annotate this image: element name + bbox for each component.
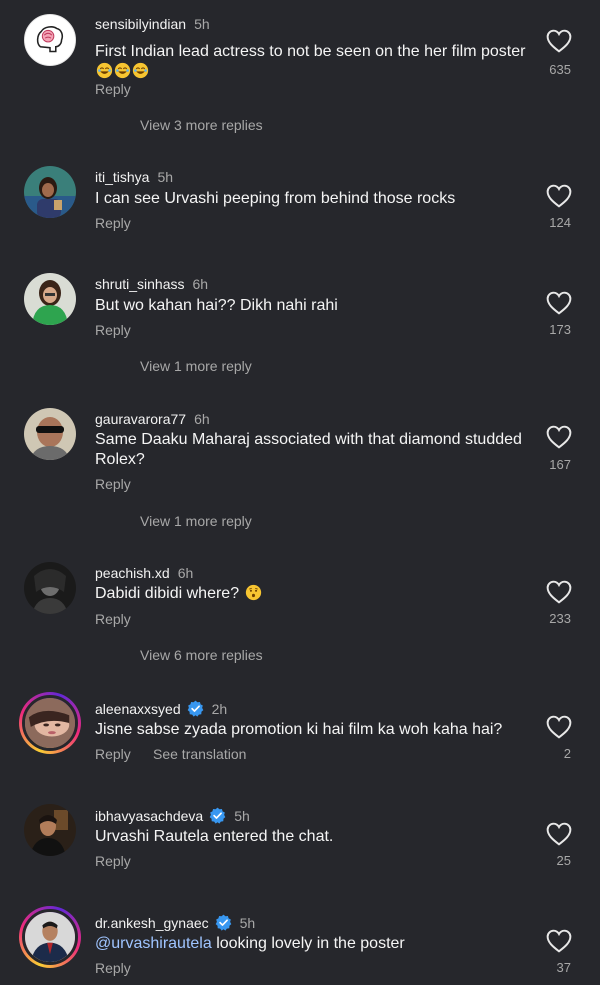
user-photo [24,562,76,614]
comment-meta: shruti_sinhass 6h [95,276,208,292]
user-photo [24,273,76,325]
like-count: 173 [549,322,571,337]
comment-text: First Indian lead actress to not be seen… [95,42,530,82]
comment: dr.ankesh_gynaec 5h @urvashirautela looki… [0,906,600,985]
like-count: 25 [556,853,571,868]
comment: peachish.xd 6h Dabidi dibidi where? Reply… [0,557,600,677]
comment-meta: sensibilyindian 5h [95,16,210,32]
heart-outline-icon[interactable] [546,29,572,53]
hushed-emoji-icon [245,584,261,601]
heart-outline-icon[interactable] [546,184,572,208]
timestamp: 6h [177,565,194,581]
comment-meta: dr.ankesh_gynaec 5h [95,914,255,931]
avatar[interactable] [24,408,76,460]
username[interactable]: shruti_sinhass [95,276,185,292]
like-count: 167 [549,457,571,472]
username[interactable]: ibhavyasachdeva [95,808,203,824]
joy-emoji-icon [132,62,149,79]
reply-button[interactable]: Reply [95,476,131,492]
reply-button[interactable]: Reply [95,960,131,976]
username[interactable]: aleenaxxsyed [95,701,181,717]
view-more-replies[interactable]: View 6 more replies [140,647,263,663]
view-more-replies[interactable]: View 1 more reply [140,513,252,529]
comment-text: But wo kahan hai?? Dikh nahi rahi [95,297,338,314]
timestamp: 5h [194,16,210,32]
comment-text: Jisne sabse zyada promotion ki hai film … [95,721,503,738]
heart-outline-icon[interactable] [546,580,572,604]
timestamp: 5h [234,808,250,824]
comment: gauravarora77 6h Same Daaku Maharaj assoc… [0,403,600,533]
username[interactable]: dr.ankesh_gynaec [95,915,209,931]
comment: sensibilyindian 5h First Indian lead actr… [0,8,600,148]
comment-meta: gauravarora77 6h [95,411,210,427]
comment: shruti_sinhass 6h But wo kahan hai?? Dikh… [0,268,600,388]
avatar[interactable] [24,166,76,218]
timestamp: 6h [192,276,209,292]
see-translation-button[interactable]: See translation [153,746,246,762]
user-photo [24,166,76,218]
avatar[interactable] [24,804,76,856]
username[interactable]: peachish.xd [95,565,170,581]
comment-text: @urvashirautela looking lovely in the po… [95,935,405,952]
reply-button[interactable]: Reply [95,746,131,762]
timestamp: 5h [157,169,174,185]
view-more-replies[interactable]: View 1 more reply [140,358,252,374]
reply-button[interactable]: Reply [95,215,131,231]
heart-outline-icon[interactable] [546,822,572,846]
avatar[interactable] [24,562,76,614]
username[interactable]: gauravarora77 [95,411,186,427]
like-count: 233 [549,611,571,626]
comment-meta: ibhavyasachdeva 5h [95,807,250,824]
view-more-replies[interactable]: View 3 more replies [140,117,263,133]
comment-text: Dabidi dibidi where? [95,584,530,604]
comment-meta: aleenaxxsyed 2h [95,700,227,717]
user-photo [25,912,75,962]
comment-text: Same Daaku Maharaj associated with that … [95,431,522,468]
like-count: 37 [556,960,571,975]
verified-badge-icon [209,807,226,824]
comment: ibhavyasachdeva 5h Urvashi Rautela entere… [0,799,600,899]
like-count: 124 [549,215,571,230]
joy-emoji-icon [114,62,131,79]
comment-meta: iti_tishya 5h [95,169,173,185]
like-count: 635 [549,62,571,77]
verified-badge-icon [187,700,203,717]
user-photo [24,408,76,460]
timestamp: 6h [194,411,210,427]
comment: iti_tishya 5h I can see Urvashi peeping f… [0,161,600,261]
heart-outline-icon[interactable] [546,425,572,449]
reply-button[interactable]: Reply [95,611,131,627]
joy-emoji-icon [96,62,113,79]
username[interactable]: sensibilyindian [95,16,186,32]
reply-button[interactable]: Reply [95,853,131,869]
username[interactable]: iti_tishya [95,169,149,185]
timestamp: 2h [211,701,228,717]
avatar[interactable] [24,14,76,66]
reply-button[interactable]: Reply [95,81,131,97]
comment: aleenaxxsyed 2h Jisne sabse zyada promoti… [0,692,600,792]
brain-icon [25,15,75,65]
avatar[interactable] [24,273,76,325]
heart-outline-icon[interactable] [546,929,572,953]
comment-text: Urvashi Rautela entered the chat. [95,828,334,845]
avatar-story-ring[interactable] [19,692,81,754]
heart-outline-icon[interactable] [546,291,572,315]
reply-button[interactable]: Reply [95,322,131,338]
comment-meta: peachish.xd 6h [95,565,193,581]
user-photo [25,698,75,748]
verified-badge-icon [215,914,231,931]
user-photo [24,804,76,856]
like-count: 2 [563,746,571,761]
heart-outline-icon[interactable] [546,715,572,739]
timestamp: 5h [239,915,256,931]
avatar-story-ring[interactable] [19,906,81,968]
comment-text: I can see Urvashi peeping from behind th… [95,190,456,207]
user-mention-link[interactable]: @urvashirautela [95,935,212,952]
